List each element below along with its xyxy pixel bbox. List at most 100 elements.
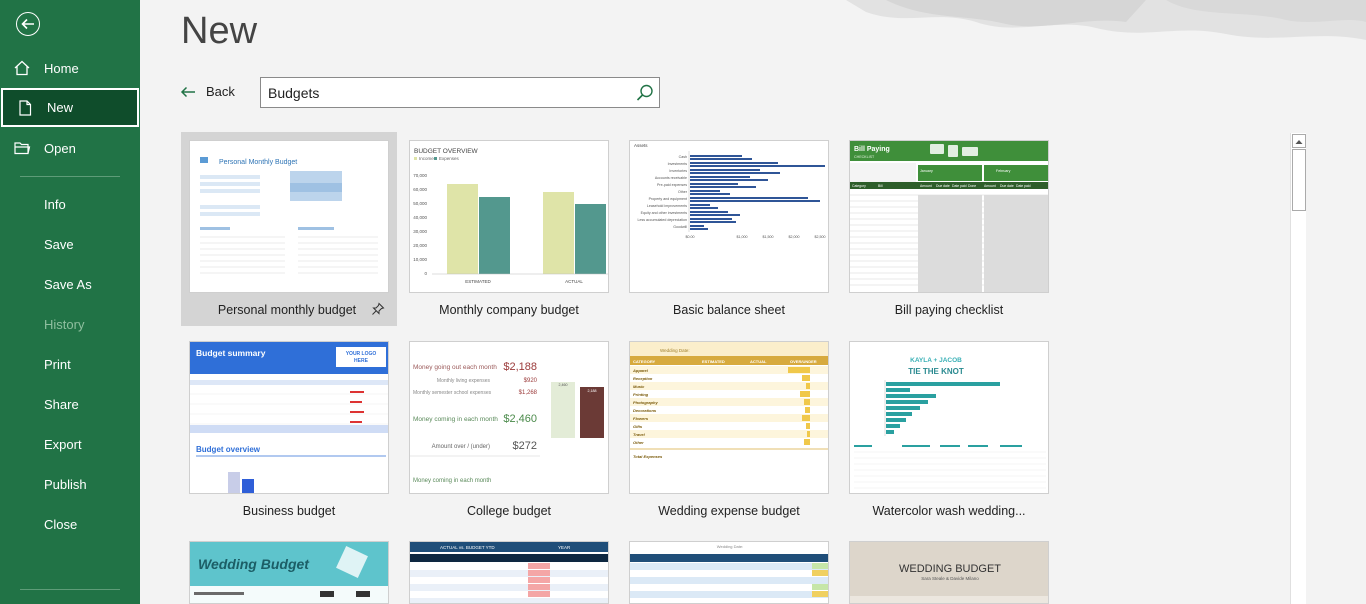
svg-text:$1,000: $1,000 — [737, 235, 748, 239]
svg-text:Cash: Cash — [679, 155, 687, 159]
template-tile-business-budget[interactable]: Budget summary YOUR LOGO HERE Budget ove… — [181, 333, 397, 527]
template-tile-wedding-budget-classic[interactable]: WEDDING BUDGET Sara Steale & Davide Mila… — [841, 533, 1057, 604]
svg-text:HERE: HERE — [354, 358, 369, 364]
svg-text:Accounts receivable: Accounts receivable — [655, 176, 687, 180]
template-tile-actual-vs-budget-ytd[interactable]: ACTUAL vs. BUDGET YTD YEAR — [401, 533, 617, 604]
nav-home-label: Home — [44, 60, 79, 76]
back-link[interactable]: Back — [180, 84, 235, 99]
svg-text:Budget overview: Budget overview — [196, 445, 261, 454]
page-title: New — [181, 10, 258, 52]
template-tile-personal-monthly-budget[interactable]: Personal Monthly Budget Personal monthly… — [181, 132, 397, 326]
template-thumbnail: Personal Monthly Budget — [189, 140, 389, 293]
svg-text:Investments: Investments — [668, 162, 688, 166]
main-pane: New Back Personal Monthly Budget — [140, 0, 1366, 604]
svg-text:Expenses: Expenses — [439, 156, 460, 161]
svg-text:2,188: 2,188 — [588, 389, 597, 393]
svg-text:Wedding Date:: Wedding Date: — [660, 348, 690, 353]
template-thumbnail: Budget summary YOUR LOGO HERE Budget ove… — [189, 341, 389, 494]
scroll-thumb[interactable] — [1292, 149, 1306, 211]
nav-share[interactable]: Share — [0, 384, 140, 424]
svg-text:Done: Done — [968, 184, 976, 188]
svg-text:Wedding Date:: Wedding Date: — [717, 544, 743, 549]
svg-text:Reception: Reception — [633, 376, 653, 381]
nav-new-label: New — [47, 100, 74, 115]
nav-export[interactable]: Export — [0, 424, 140, 464]
template-thumbnail: KAYLA + JACOB TIE THE KNOT — [849, 341, 1049, 494]
template-tile-bill-paying-checklist[interactable]: Bill Paying CHECKLIST January February C… — [841, 132, 1057, 326]
svg-text:WEDDING BUDGET: WEDDING BUDGET — [899, 563, 1001, 575]
nav-publish[interactable]: Publish — [0, 464, 140, 504]
nav-save-as-label: Save As — [44, 276, 92, 292]
svg-text:$920: $920 — [524, 378, 538, 384]
template-tile-basic-balance-sheet[interactable]: Assets Cash Investments Inventories Acco… — [621, 132, 837, 326]
template-tile-watercolor-wash-wedding[interactable]: KAYLA + JACOB TIE THE KNOT Watercolor wa… — [841, 333, 1057, 527]
template-tile-wedding-expense-budget[interactable]: Wedding Date: CATEGORY ESTIMATED ACTUAL … — [621, 333, 837, 527]
svg-text:Inventories: Inventories — [669, 169, 687, 173]
search-button[interactable] — [635, 83, 655, 103]
svg-text:$2,500: $2,500 — [815, 235, 826, 239]
svg-text:OVER/UNDER: OVER/UNDER — [790, 359, 817, 364]
home-icon — [0, 59, 44, 77]
svg-text:10,000: 10,000 — [413, 257, 427, 262]
svg-text:Monthly semester school expens: Monthly semester school expenses — [413, 390, 492, 396]
template-label: Basic balance sheet — [673, 303, 785, 317]
nav-new[interactable]: New — [1, 88, 139, 127]
nav-save-label: Save — [44, 236, 74, 252]
gallery-scrollbar[interactable] — [1290, 133, 1306, 604]
nav-print-label: Print — [44, 356, 71, 372]
svg-text:Budget summary: Budget summary — [196, 348, 266, 358]
nav-save[interactable]: Save — [0, 224, 140, 264]
template-search-box — [260, 77, 660, 108]
svg-text:ESTIMATED: ESTIMATED — [702, 359, 725, 364]
svg-text:Due date: Due date — [1000, 184, 1014, 188]
svg-text:Amount: Amount — [984, 184, 996, 188]
svg-text:CHECKLIST: CHECKLIST — [854, 155, 875, 159]
template-tile-wedding-budget-blue[interactable]: Wedding Date: — [621, 533, 837, 604]
nav-save-as[interactable]: Save As — [0, 264, 140, 304]
template-thumbnail: Wedding Date: CATEGORY ESTIMATED ACTUAL … — [629, 341, 829, 494]
template-thumbnail: ACTUAL vs. BUDGET YTD YEAR — [409, 541, 609, 604]
nav-close[interactable]: Close — [0, 504, 140, 544]
svg-text:February: February — [996, 169, 1011, 173]
svg-text:60,000: 60,000 — [413, 187, 427, 192]
pin-icon[interactable] — [371, 302, 385, 316]
svg-text:Flowers: Flowers — [633, 416, 649, 421]
template-tile-monthly-company-budget[interactable]: BUDGET OVERVIEW Income Expenses 70,000 6… — [401, 132, 617, 326]
template-tile-college-budget[interactable]: Money going out each month $2,188 Monthl… — [401, 333, 617, 527]
nav-print[interactable]: Print — [0, 344, 140, 384]
svg-text:Apparel: Apparel — [632, 368, 649, 373]
nav-open[interactable]: Open — [0, 128, 140, 168]
svg-text:$2,460: $2,460 — [503, 413, 537, 425]
nav-history: History — [0, 304, 140, 344]
template-thumbnail: Assets Cash Investments Inventories Acco… — [629, 140, 829, 293]
back-arrow-button[interactable] — [16, 12, 40, 36]
svg-text:Travel: Travel — [633, 432, 646, 437]
nav-publish-label: Publish — [44, 476, 87, 492]
svg-text:Date paid: Date paid — [1016, 184, 1031, 188]
svg-text:Money going out each month: Money going out each month — [413, 364, 497, 371]
svg-text:$1,500: $1,500 — [763, 235, 774, 239]
nav-open-label: Open — [44, 140, 76, 156]
svg-text:Printing: Printing — [633, 392, 649, 397]
template-search-input[interactable] — [261, 78, 631, 107]
nav-home[interactable]: Home — [0, 48, 140, 88]
svg-text:$272: $272 — [513, 440, 537, 452]
caret-up-icon — [1295, 140, 1303, 144]
template-thumbnail: Wedding Date: — [629, 541, 829, 604]
svg-text:Photography: Photography — [633, 400, 658, 405]
template-tile-wedding-budget-teal[interactable]: Wedding Budget — [181, 533, 397, 604]
template-thumbnail: BUDGET OVERVIEW Income Expenses 70,000 6… — [409, 140, 609, 293]
svg-text:Music: Music — [633, 384, 645, 389]
svg-text:KAYLA + JACOB: KAYLA + JACOB — [910, 357, 962, 364]
svg-text:Other: Other — [633, 440, 644, 445]
svg-text:Bill Paying: Bill Paying — [854, 146, 890, 153]
nav-info[interactable]: Info — [0, 184, 140, 224]
svg-text:$1,268: $1,268 — [519, 390, 538, 396]
sidebar-divider — [20, 176, 120, 177]
header-background-art — [846, 0, 1366, 40]
back-arrow-icon — [21, 18, 34, 30]
scroll-up-button[interactable] — [1292, 134, 1306, 148]
new-document-icon — [3, 99, 47, 117]
svg-text:ESTIMATED: ESTIMATED — [465, 279, 491, 284]
search-icon — [636, 84, 653, 101]
